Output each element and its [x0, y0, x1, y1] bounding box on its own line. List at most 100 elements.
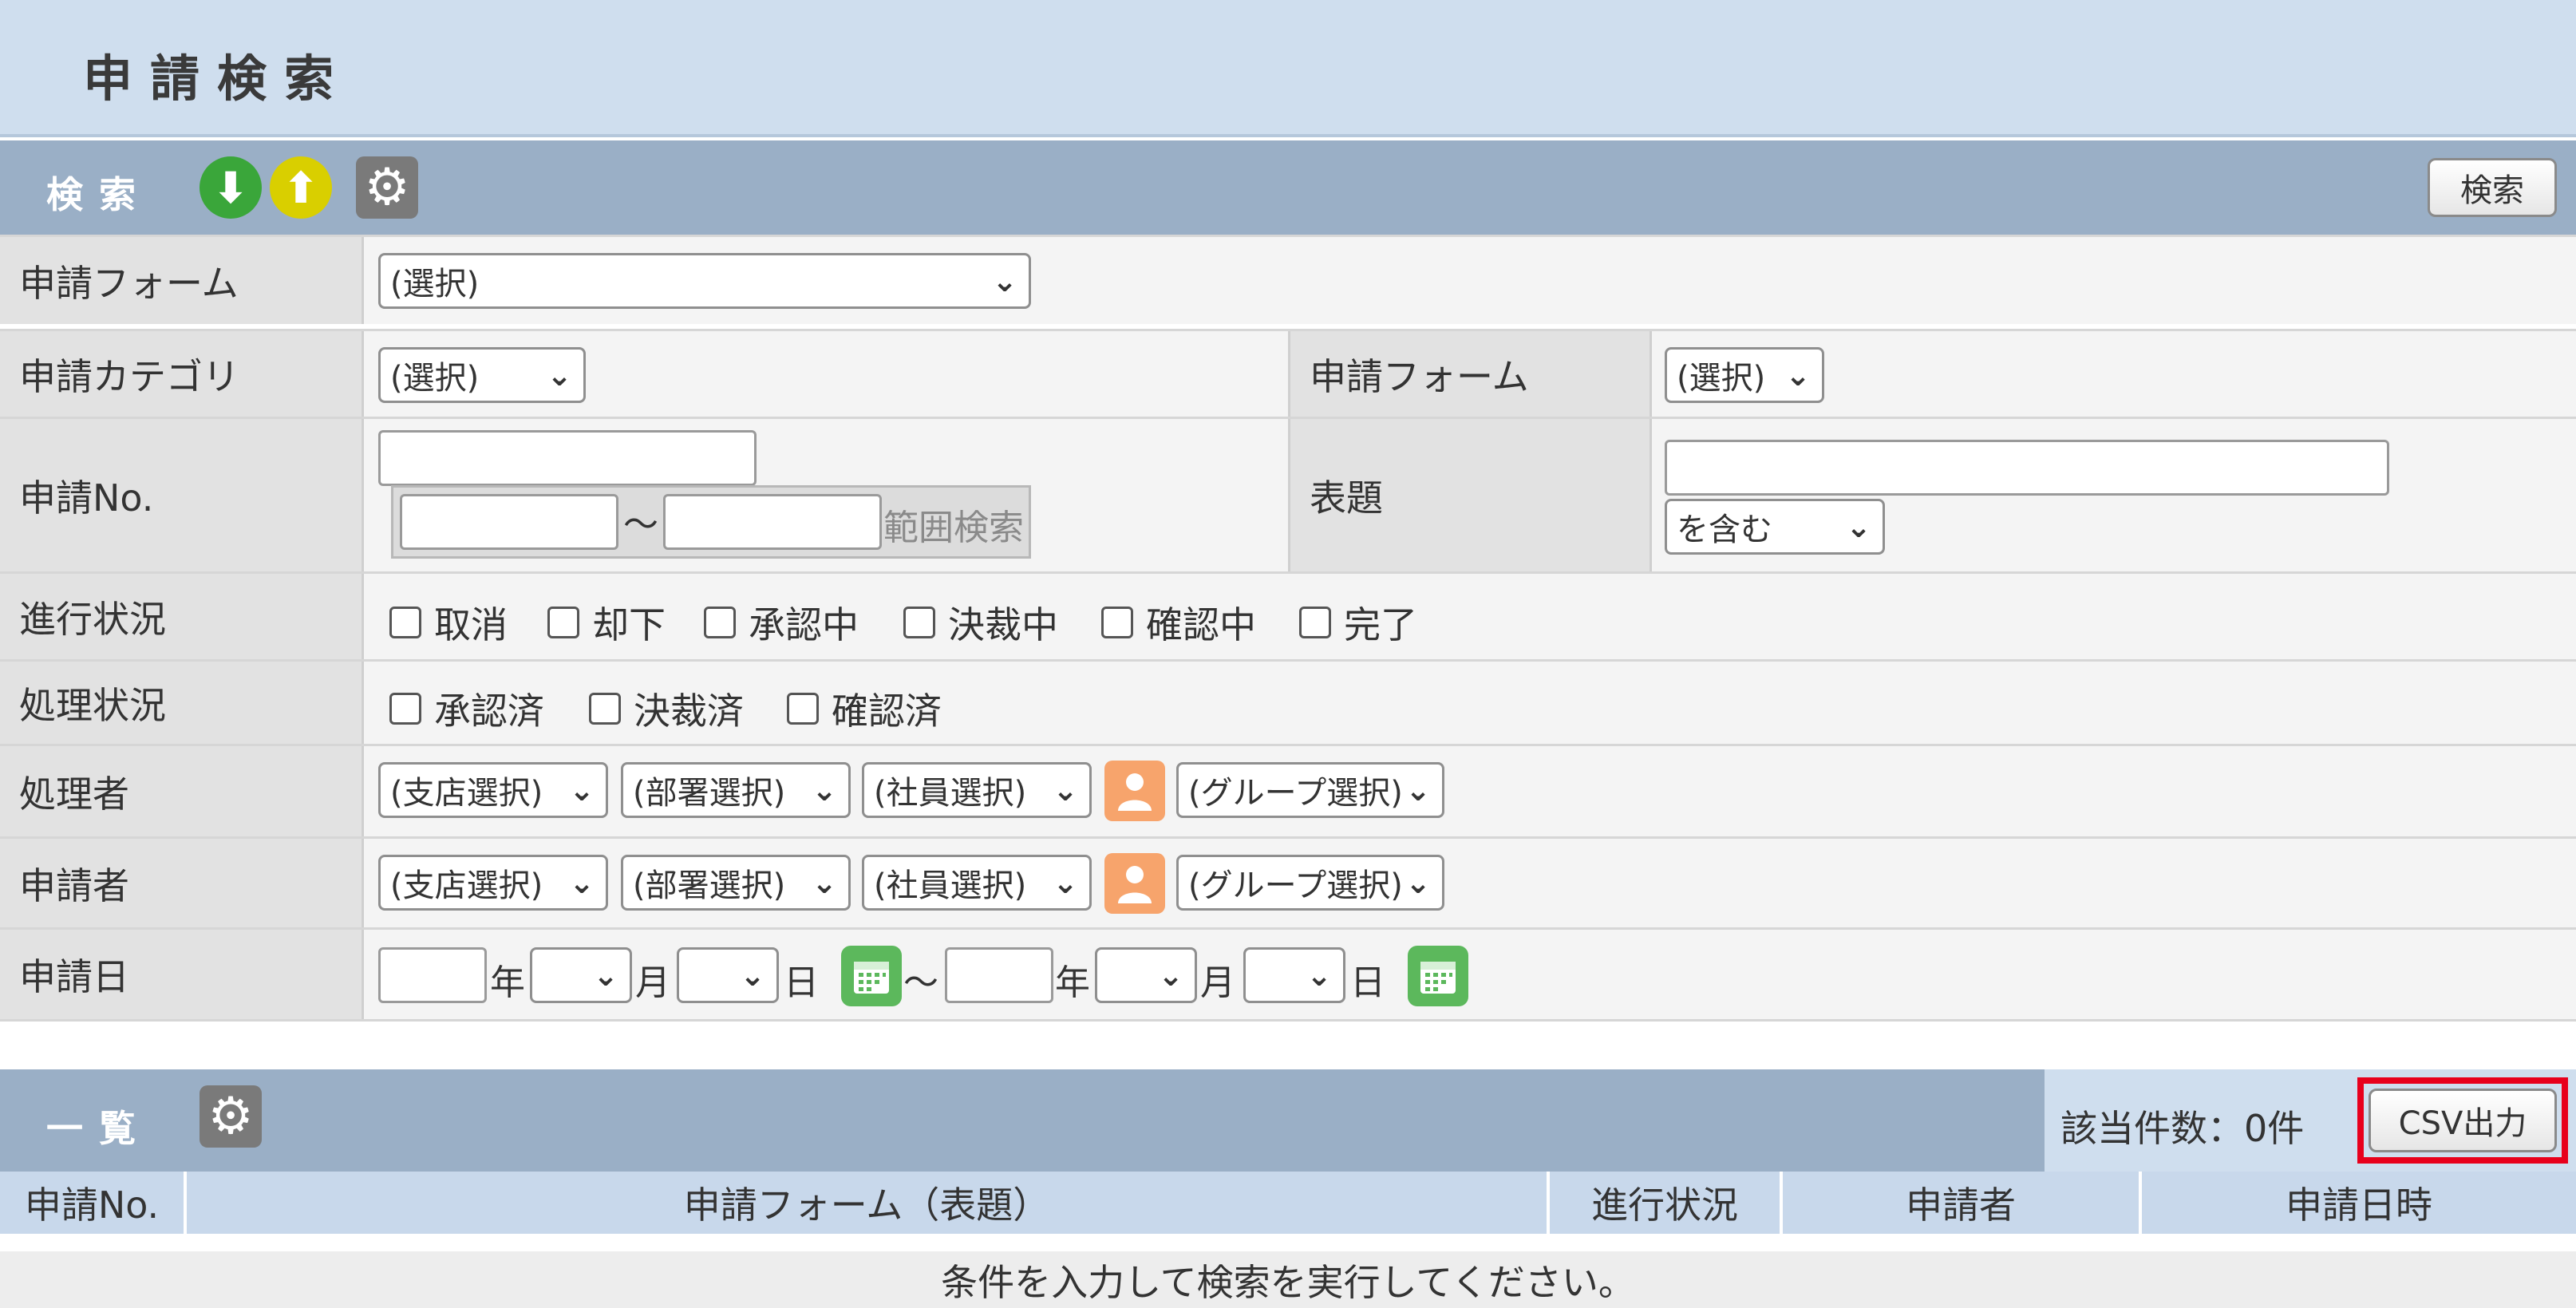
- handler-dept-select[interactable]: (部署選択) ⌄: [621, 762, 851, 818]
- search-bar: 検索 ⬇ ⬆ ⚙ 検索: [0, 140, 2576, 235]
- progress-checkbox-cancel[interactable]: 取消: [389, 596, 508, 649]
- chevron-down-icon: ⌄: [569, 773, 595, 808]
- number-label: 申請No.: [0, 419, 364, 571]
- applicant-employee-select[interactable]: (社員選択) ⌄: [862, 855, 1092, 911]
- checkbox-label: 確認中: [1146, 603, 1256, 646]
- column-header-applicant[interactable]: 申請者: [1783, 1172, 2142, 1234]
- day-unit: 日: [1350, 962, 1385, 1003]
- category-select-value: (選択): [390, 360, 480, 397]
- checkbox-label: 承認済: [434, 690, 544, 733]
- checkbox-icon: [389, 693, 421, 725]
- select-value: (部署選択): [633, 867, 786, 904]
- checkbox-label: 決裁中: [948, 603, 1058, 646]
- date-start-year-input[interactable]: [378, 947, 487, 1003]
- checkbox-icon: [704, 607, 736, 638]
- select-value: (社員選択): [874, 867, 1027, 904]
- form-label: 申請フォーム: [0, 237, 364, 324]
- gear-icon[interactable]: ⚙: [356, 156, 418, 219]
- date-start-month-select[interactable]: ⌄: [530, 947, 632, 1003]
- column-header-number[interactable]: 申請No.: [0, 1172, 187, 1234]
- page-header: 申請検索: [0, 0, 2576, 137]
- chevron-down-icon: ⌄: [1306, 958, 1332, 993]
- subject-match-select[interactable]: を含む ⌄: [1665, 499, 1885, 555]
- checkbox-icon: [589, 693, 621, 725]
- checkbox-label: 取消: [434, 603, 508, 646]
- person-icon[interactable]: [1104, 761, 1165, 821]
- handler-branch-select[interactable]: (支店選択) ⌄: [378, 762, 608, 818]
- date-row: 申請日 年 ⌄ 月 ⌄ 日 〜 年 ⌄ 月 ⌄ 日: [0, 927, 2576, 1022]
- number-input[interactable]: [378, 430, 757, 486]
- column-header-form[interactable]: 申請フォーム（表題）: [187, 1172, 1550, 1234]
- result-count: 該当件数：0件: [2060, 1107, 2305, 1150]
- results-table-header: 申請No. 申請フォーム（表題） 進行状況 申請者 申請日時: [0, 1172, 2576, 1234]
- chevron-down-icon: ⌄: [593, 958, 618, 993]
- applicant-group-select[interactable]: (グループ選択) ⌄: [1176, 855, 1444, 911]
- list-bar-title: 一覧: [46, 1107, 152, 1150]
- form2-label: 申請フォーム: [1288, 331, 1652, 417]
- column-header-date[interactable]: 申請日時: [2142, 1172, 2576, 1234]
- checkbox-icon: [1101, 607, 1133, 638]
- chevron-down-icon: ⌄: [812, 773, 837, 808]
- range-end-input[interactable]: [663, 494, 882, 550]
- number-row: 申請No. 表題 を含む ⌄: [0, 417, 2576, 571]
- csv-export-button[interactable]: CSV出力: [2369, 1089, 2557, 1152]
- calendar-icon[interactable]: [841, 946, 902, 1006]
- chevron-down-icon: ⌄: [1053, 773, 1078, 808]
- month-unit: 月: [1200, 962, 1235, 1003]
- search-button[interactable]: 検索: [2428, 158, 2557, 217]
- handler-employee-select[interactable]: (社員選択) ⌄: [862, 762, 1092, 818]
- form-select[interactable]: (選択) ⌄: [378, 253, 1031, 309]
- calendar-icon[interactable]: [1408, 946, 1468, 1006]
- chevron-down-icon: ⌄: [1405, 773, 1431, 808]
- checkbox-icon: [787, 693, 819, 725]
- column-header-progress[interactable]: 進行状況: [1550, 1172, 1783, 1234]
- checkbox-label: 承認中: [749, 603, 859, 646]
- category-select[interactable]: (選択) ⌄: [378, 347, 586, 403]
- form2-select[interactable]: (選択) ⌄: [1665, 347, 1824, 403]
- chevron-down-icon: ⌄: [740, 958, 765, 993]
- chevron-down-icon: ⌄: [569, 865, 595, 900]
- csv-highlight-frame: CSV出力: [2357, 1077, 2568, 1164]
- chevron-down-icon: ⌄: [1053, 865, 1078, 900]
- arrow-up-icon[interactable]: ⬆: [270, 156, 332, 219]
- checkbox-label: 決裁済: [634, 690, 744, 733]
- form-select-value: (選択): [390, 266, 480, 302]
- range-start-input[interactable]: [400, 494, 618, 550]
- chevron-down-icon: ⌄: [1405, 865, 1431, 900]
- date-end-day-select[interactable]: ⌄: [1243, 947, 1345, 1003]
- subject-input[interactable]: [1665, 440, 2389, 496]
- search-bar-title: 検索: [46, 173, 152, 216]
- form-row: 申請フォーム (選択) ⌄: [0, 235, 2576, 324]
- date-start-day-select[interactable]: ⌄: [677, 947, 779, 1003]
- range-search-box: 〜 範囲検索: [391, 485, 1031, 559]
- process-checkbox-decided[interactable]: 決裁済: [589, 682, 744, 735]
- progress-checkbox-approving[interactable]: 承認中: [704, 596, 859, 649]
- handler-label: 処理者: [0, 746, 364, 836]
- date-end-month-select[interactable]: ⌄: [1095, 947, 1197, 1003]
- empty-message: 条件を入力して検索を実行してください。: [0, 1251, 2576, 1308]
- chevron-down-icon: ⌄: [992, 263, 1017, 298]
- process-row: 処理状況 承認済 決裁済 確認済: [0, 659, 2576, 744]
- progress-checkbox-complete[interactable]: 完了: [1299, 596, 1417, 649]
- range-search-label: 範囲検索: [883, 508, 1024, 548]
- progress-checkbox-confirming[interactable]: 確認中: [1101, 596, 1256, 649]
- range-tilde: 〜: [623, 504, 658, 545]
- result-count-area: 該当件数：0件 CSV出力: [2045, 1069, 2576, 1172]
- gear-icon[interactable]: ⚙: [200, 1085, 262, 1148]
- person-icon[interactable]: [1104, 853, 1165, 914]
- handler-group-select[interactable]: (グループ選択) ⌄: [1176, 762, 1444, 818]
- category-label: 申請カテゴリ: [0, 331, 364, 417]
- arrow-down-icon[interactable]: ⬇: [200, 156, 262, 219]
- date-end-year-input[interactable]: [945, 947, 1053, 1003]
- applicant-branch-select[interactable]: (支店選択) ⌄: [378, 855, 608, 911]
- progress-checkbox-reject[interactable]: 却下: [547, 596, 666, 649]
- year-unit: 年: [1055, 962, 1090, 1003]
- date-tilde: 〜: [903, 962, 938, 1003]
- progress-checkbox-deciding[interactable]: 決裁中: [903, 596, 1058, 649]
- applicant-dept-select[interactable]: (部署選択) ⌄: [621, 855, 851, 911]
- select-value: (部署選択): [633, 775, 786, 812]
- process-checkbox-confirmed[interactable]: 確認済: [787, 682, 942, 735]
- process-checkbox-approved[interactable]: 承認済: [389, 682, 544, 735]
- chevron-down-icon: ⌄: [812, 865, 837, 900]
- year-unit: 年: [490, 962, 525, 1003]
